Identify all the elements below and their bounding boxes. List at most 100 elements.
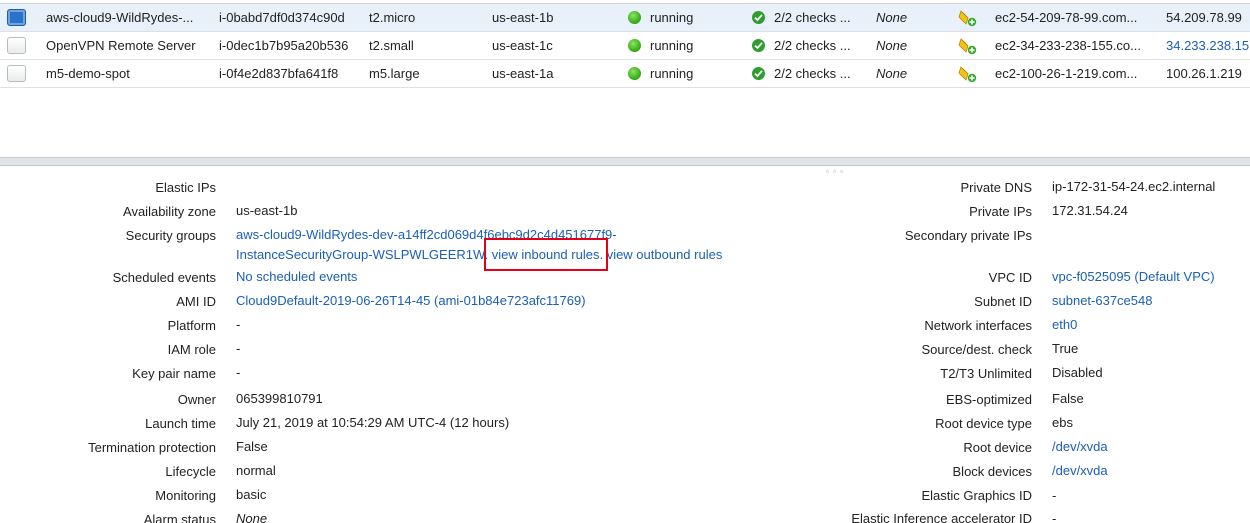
instance-type: t2.small (369, 38, 414, 53)
row-checkbox[interactable] (7, 65, 26, 82)
network-interfaces-label: Network interfaces (924, 318, 1032, 333)
elastic-graphics-id-label: Elastic Graphics ID (921, 488, 1032, 503)
running-status-icon (628, 11, 641, 24)
owner-value: 065399810791 (236, 391, 323, 406)
instance-id: i-0dec1b7b95a20b536 (219, 38, 349, 53)
instance-state: running (650, 10, 694, 25)
alarm-status-label: Alarm status (143, 512, 216, 523)
block-devices-link[interactable]: /dev/xvda (1052, 463, 1108, 478)
root-device-type-value: ebs (1052, 415, 1073, 430)
termination-protection-value: False (236, 439, 268, 454)
t2-t3-unlimited-label: T2/T3 Unlimited (940, 366, 1032, 381)
monitoring-label: Monitoring (155, 488, 216, 503)
alarm-status: None (876, 38, 908, 53)
row-checkbox[interactable] (7, 37, 26, 54)
ami-id-link[interactable]: Cloud9Default-2019-06-26T14-45 (ami-01b8… (236, 293, 586, 308)
status-checks: 2/2 checks ... (774, 38, 851, 53)
iam-role-value: - (236, 341, 241, 356)
row-checkbox[interactable] (7, 9, 26, 26)
block-devices-label: Block devices (952, 464, 1032, 479)
subnet-id-link[interactable]: subnet-637ce548 (1052, 293, 1152, 308)
instance-type: t2.micro (369, 10, 416, 25)
vpc-id-label: VPC ID (988, 270, 1032, 285)
instances-table: aws-cloud9-WildRydes-... i-0babd7df0d374… (0, 3, 1250, 88)
check-passed-icon (752, 67, 765, 80)
running-status-icon (628, 39, 641, 52)
create-alarm-icon[interactable] (958, 65, 978, 92)
vpc-id-link[interactable]: vpc-f0525095 (Default VPC) (1052, 269, 1215, 284)
instance-id: i-0babd7df0d374c90d (219, 10, 345, 25)
root-device-link[interactable]: /dev/xvda (1052, 439, 1108, 454)
key-pair-name-value: - (236, 365, 241, 380)
instance-state: running (650, 66, 694, 81)
elastic-inference-accelerator-id-value: - (1052, 511, 1057, 523)
alarm-status-value: None (236, 511, 268, 523)
instance-id: i-0f4e2d837bfa641f8 (219, 66, 339, 81)
instance-state: running (650, 38, 694, 53)
elastic-ips-label: Elastic IPs (155, 180, 216, 195)
platform-value: - (236, 317, 241, 332)
network-interface-link[interactable]: eth0 (1052, 317, 1077, 332)
termination-protection-label: Termination protection (88, 440, 216, 455)
security-groups-label: Security groups (125, 228, 216, 243)
platform-label: Platform (167, 318, 216, 333)
launch-time-value: July 21, 2019 at 10:54:29 AM UTC-4 (12 h… (236, 415, 510, 430)
private-dns-label: Private DNS (960, 180, 1032, 195)
private-ips-label: Private IPs (969, 204, 1032, 219)
lifecycle-label: Lifecycle (165, 464, 216, 479)
root-device-label: Root device (963, 440, 1032, 455)
source-dest-check-value: True (1052, 341, 1079, 356)
instance-name: m5-demo-spot (46, 66, 130, 81)
owner-label: Owner (177, 392, 216, 407)
security-group-line2: InstanceSecurityGroup-WSLPWLGEER1W. view… (236, 247, 722, 262)
public-dns: ec2-54-209-78-99.com... (995, 10, 1138, 25)
table-row[interactable]: aws-cloud9-WildRydes-... i-0babd7df0d374… (0, 4, 1250, 32)
table-row[interactable]: m5-demo-spot i-0f4e2d837bfa641f8 m5.larg… (0, 60, 1250, 88)
subnet-id-label: Subnet ID (974, 294, 1032, 309)
view-outbound-rules-link[interactable]: view outbound rules (607, 247, 723, 262)
highlight-box (484, 238, 608, 271)
root-device-type-label: Root device type (935, 416, 1032, 431)
public-ip: 54.209.78.99 (1166, 10, 1242, 25)
running-status-icon (628, 67, 641, 80)
iam-role-label: IAM role (167, 342, 216, 357)
public-ip[interactable]: 34.233.238.15 (1166, 32, 1249, 59)
scheduled-events-link[interactable]: No scheduled events (236, 269, 357, 284)
availability-zone: us-east-1b (492, 10, 554, 25)
availability-zone-label: Availability zone (123, 204, 216, 219)
lifecycle-value: normal (236, 463, 276, 478)
secondary-private-ips-label: Secondary private IPs (904, 228, 1032, 243)
private-dns-value: ip-172-31-54-24.ec2.internal (1052, 179, 1216, 194)
t2-t3-unlimited-value: Disabled (1052, 365, 1103, 380)
public-dns: ec2-34-233-238-155.co... (995, 38, 1141, 53)
availability-zone-value: us-east-1b (236, 203, 298, 218)
status-checks: 2/2 checks ... (774, 10, 851, 25)
public-ip: 100.26.1.219 (1166, 66, 1242, 81)
alarm-status: None (876, 66, 908, 81)
check-passed-icon (752, 39, 765, 52)
instance-name: OpenVPN Remote Server (46, 38, 196, 53)
pane-splitter[interactable] (0, 157, 1250, 166)
private-ips-value: 172.31.54.24 (1052, 203, 1128, 218)
alarm-status: None (876, 10, 908, 25)
ebs-optimized-label: EBS-optimized (946, 392, 1032, 407)
ebs-optimized-value: False (1052, 391, 1084, 406)
elastic-graphics-id-value: - (1052, 488, 1057, 503)
source-dest-check-label: Source/dest. check (921, 342, 1032, 357)
availability-zone: us-east-1a (492, 66, 554, 81)
key-pair-name-label: Key pair name (132, 366, 216, 381)
availability-zone: us-east-1c (492, 38, 553, 53)
public-dns: ec2-100-26-1-219.com... (995, 66, 1138, 81)
splitter-grip-icon[interactable]: ▫ ▫ ▫ (826, 168, 844, 176)
security-group-link-continued[interactable]: InstanceSecurityGroup-WSLPWLGEER1W (236, 247, 485, 262)
table-row[interactable]: OpenVPN Remote Server i-0dec1b7b95a20b53… (0, 32, 1250, 60)
monitoring-value: basic (236, 487, 267, 502)
check-passed-icon (752, 11, 765, 24)
scheduled-events-label: Scheduled events (112, 270, 216, 285)
instance-type: m5.large (369, 66, 420, 81)
instance-name: aws-cloud9-WildRydes-... (46, 10, 194, 25)
launch-time-label: Launch time (145, 416, 216, 431)
status-checks: 2/2 checks ... (774, 66, 851, 81)
ami-id-label: AMI ID (176, 294, 216, 309)
elastic-inference-accelerator-id-label: Elastic Inference accelerator ID (851, 511, 1032, 523)
